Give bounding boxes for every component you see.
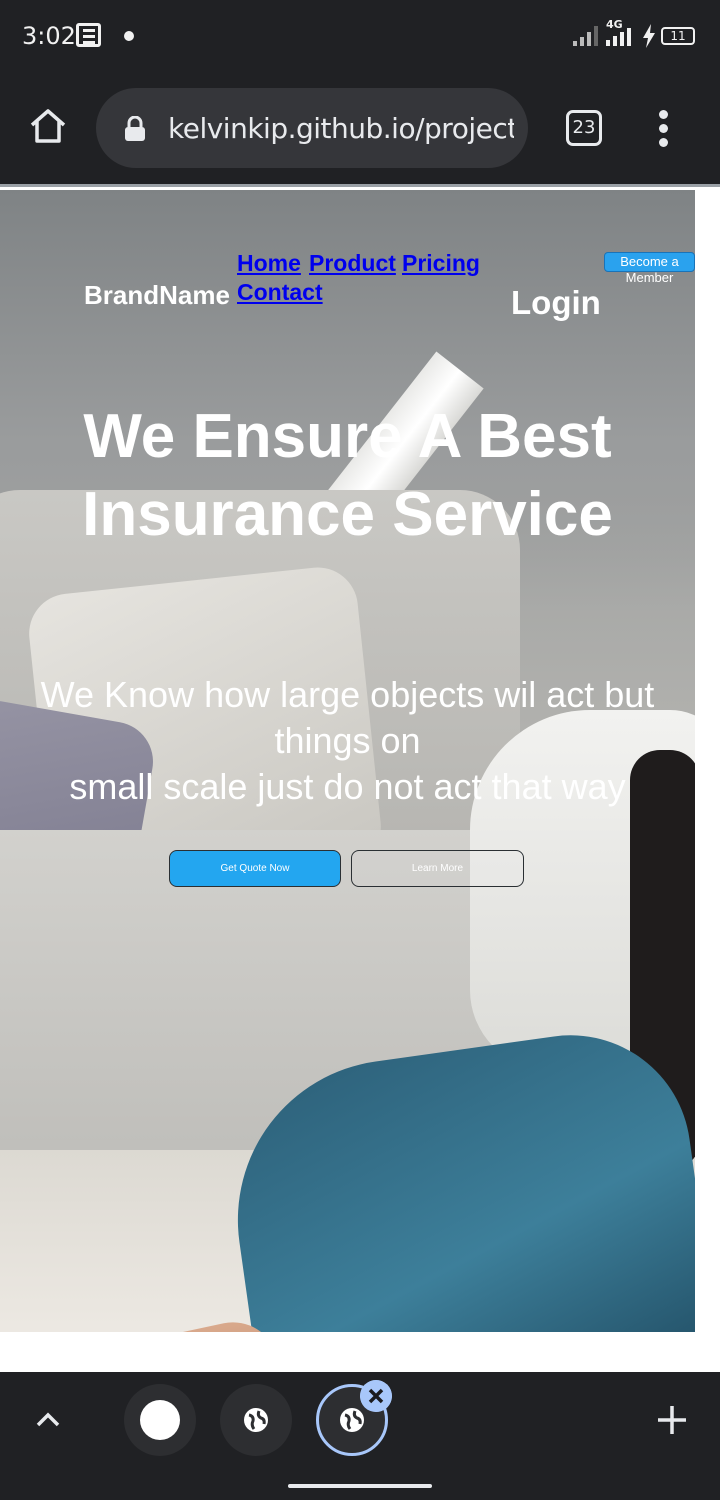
browser-toolbar: kelvinkip.github.io/project-ins 23 — [0, 72, 720, 184]
tab-thumbnail[interactable] — [124, 1384, 196, 1456]
blank-page-icon — [140, 1400, 180, 1440]
chevron-up-icon[interactable] — [34, 1406, 62, 1434]
close-icon[interactable] — [360, 1380, 392, 1412]
globe-icon — [244, 1408, 268, 1432]
tab-switcher-button[interactable]: 23 — [566, 110, 602, 146]
charging-bolt-icon — [643, 24, 655, 48]
hero-section: BrandName Home Product Pricing Contact L… — [0, 190, 695, 1332]
subtext-line: We Know how large objects wil act but — [40, 674, 655, 715]
plus-icon[interactable] — [656, 1404, 688, 1436]
status-time: 3:02 — [22, 22, 76, 50]
web-content: BrandName Home Product Pricing Contact L… — [0, 187, 720, 1372]
login-link[interactable]: Login — [511, 284, 601, 322]
tab-thumbnail[interactable] — [220, 1384, 292, 1456]
headline-line: We Ensure A Best — [83, 402, 612, 471]
cell-signal-icon — [606, 28, 634, 46]
battery-icon: 11 — [661, 27, 695, 45]
system-nav-bar — [0, 1470, 720, 1500]
nav-link-product[interactable]: Product — [309, 250, 396, 277]
hero-overlay: BrandName Home Product Pricing Contact L… — [0, 190, 695, 1332]
nav-link-contact[interactable]: Contact — [237, 279, 323, 306]
gesture-handle[interactable] — [288, 1484, 432, 1488]
hero-headline: We Ensure A Best Insurance Service — [0, 398, 695, 554]
globe-icon — [340, 1408, 364, 1432]
bottom-tab-strip — [0, 1372, 720, 1470]
get-quote-button[interactable]: Get Quote Now — [169, 850, 341, 887]
subtext-line: small scale just do not act that way — [69, 766, 626, 807]
status-bar: 3:02 4G 11 — [0, 0, 720, 72]
learn-more-button[interactable]: Learn More — [351, 850, 524, 887]
hero-subtext: We Know how large objects wil act but th… — [0, 672, 695, 810]
become-member-button-overflow[interactable]: Member — [604, 270, 695, 285]
battery-level: 11 — [670, 29, 686, 43]
news-notification-icon — [76, 23, 101, 47]
url-text[interactable]: kelvinkip.github.io/project-ins — [168, 112, 514, 145]
nav-link-pricing[interactable]: Pricing — [402, 250, 480, 277]
become-member-button[interactable]: Become a — [604, 252, 695, 272]
address-bar[interactable]: kelvinkip.github.io/project-ins — [96, 88, 528, 168]
notification-dot-icon — [124, 31, 134, 41]
lock-icon — [125, 116, 145, 141]
brand-name[interactable]: BrandName — [84, 280, 230, 311]
headline-line: Insurance Service — [82, 480, 613, 549]
subtext-line: things on — [274, 720, 421, 761]
nav-link-home[interactable]: Home — [237, 250, 301, 277]
more-vert-icon[interactable] — [656, 110, 672, 150]
home-icon[interactable] — [28, 106, 68, 146]
wifi-signal-icon — [573, 26, 603, 46]
